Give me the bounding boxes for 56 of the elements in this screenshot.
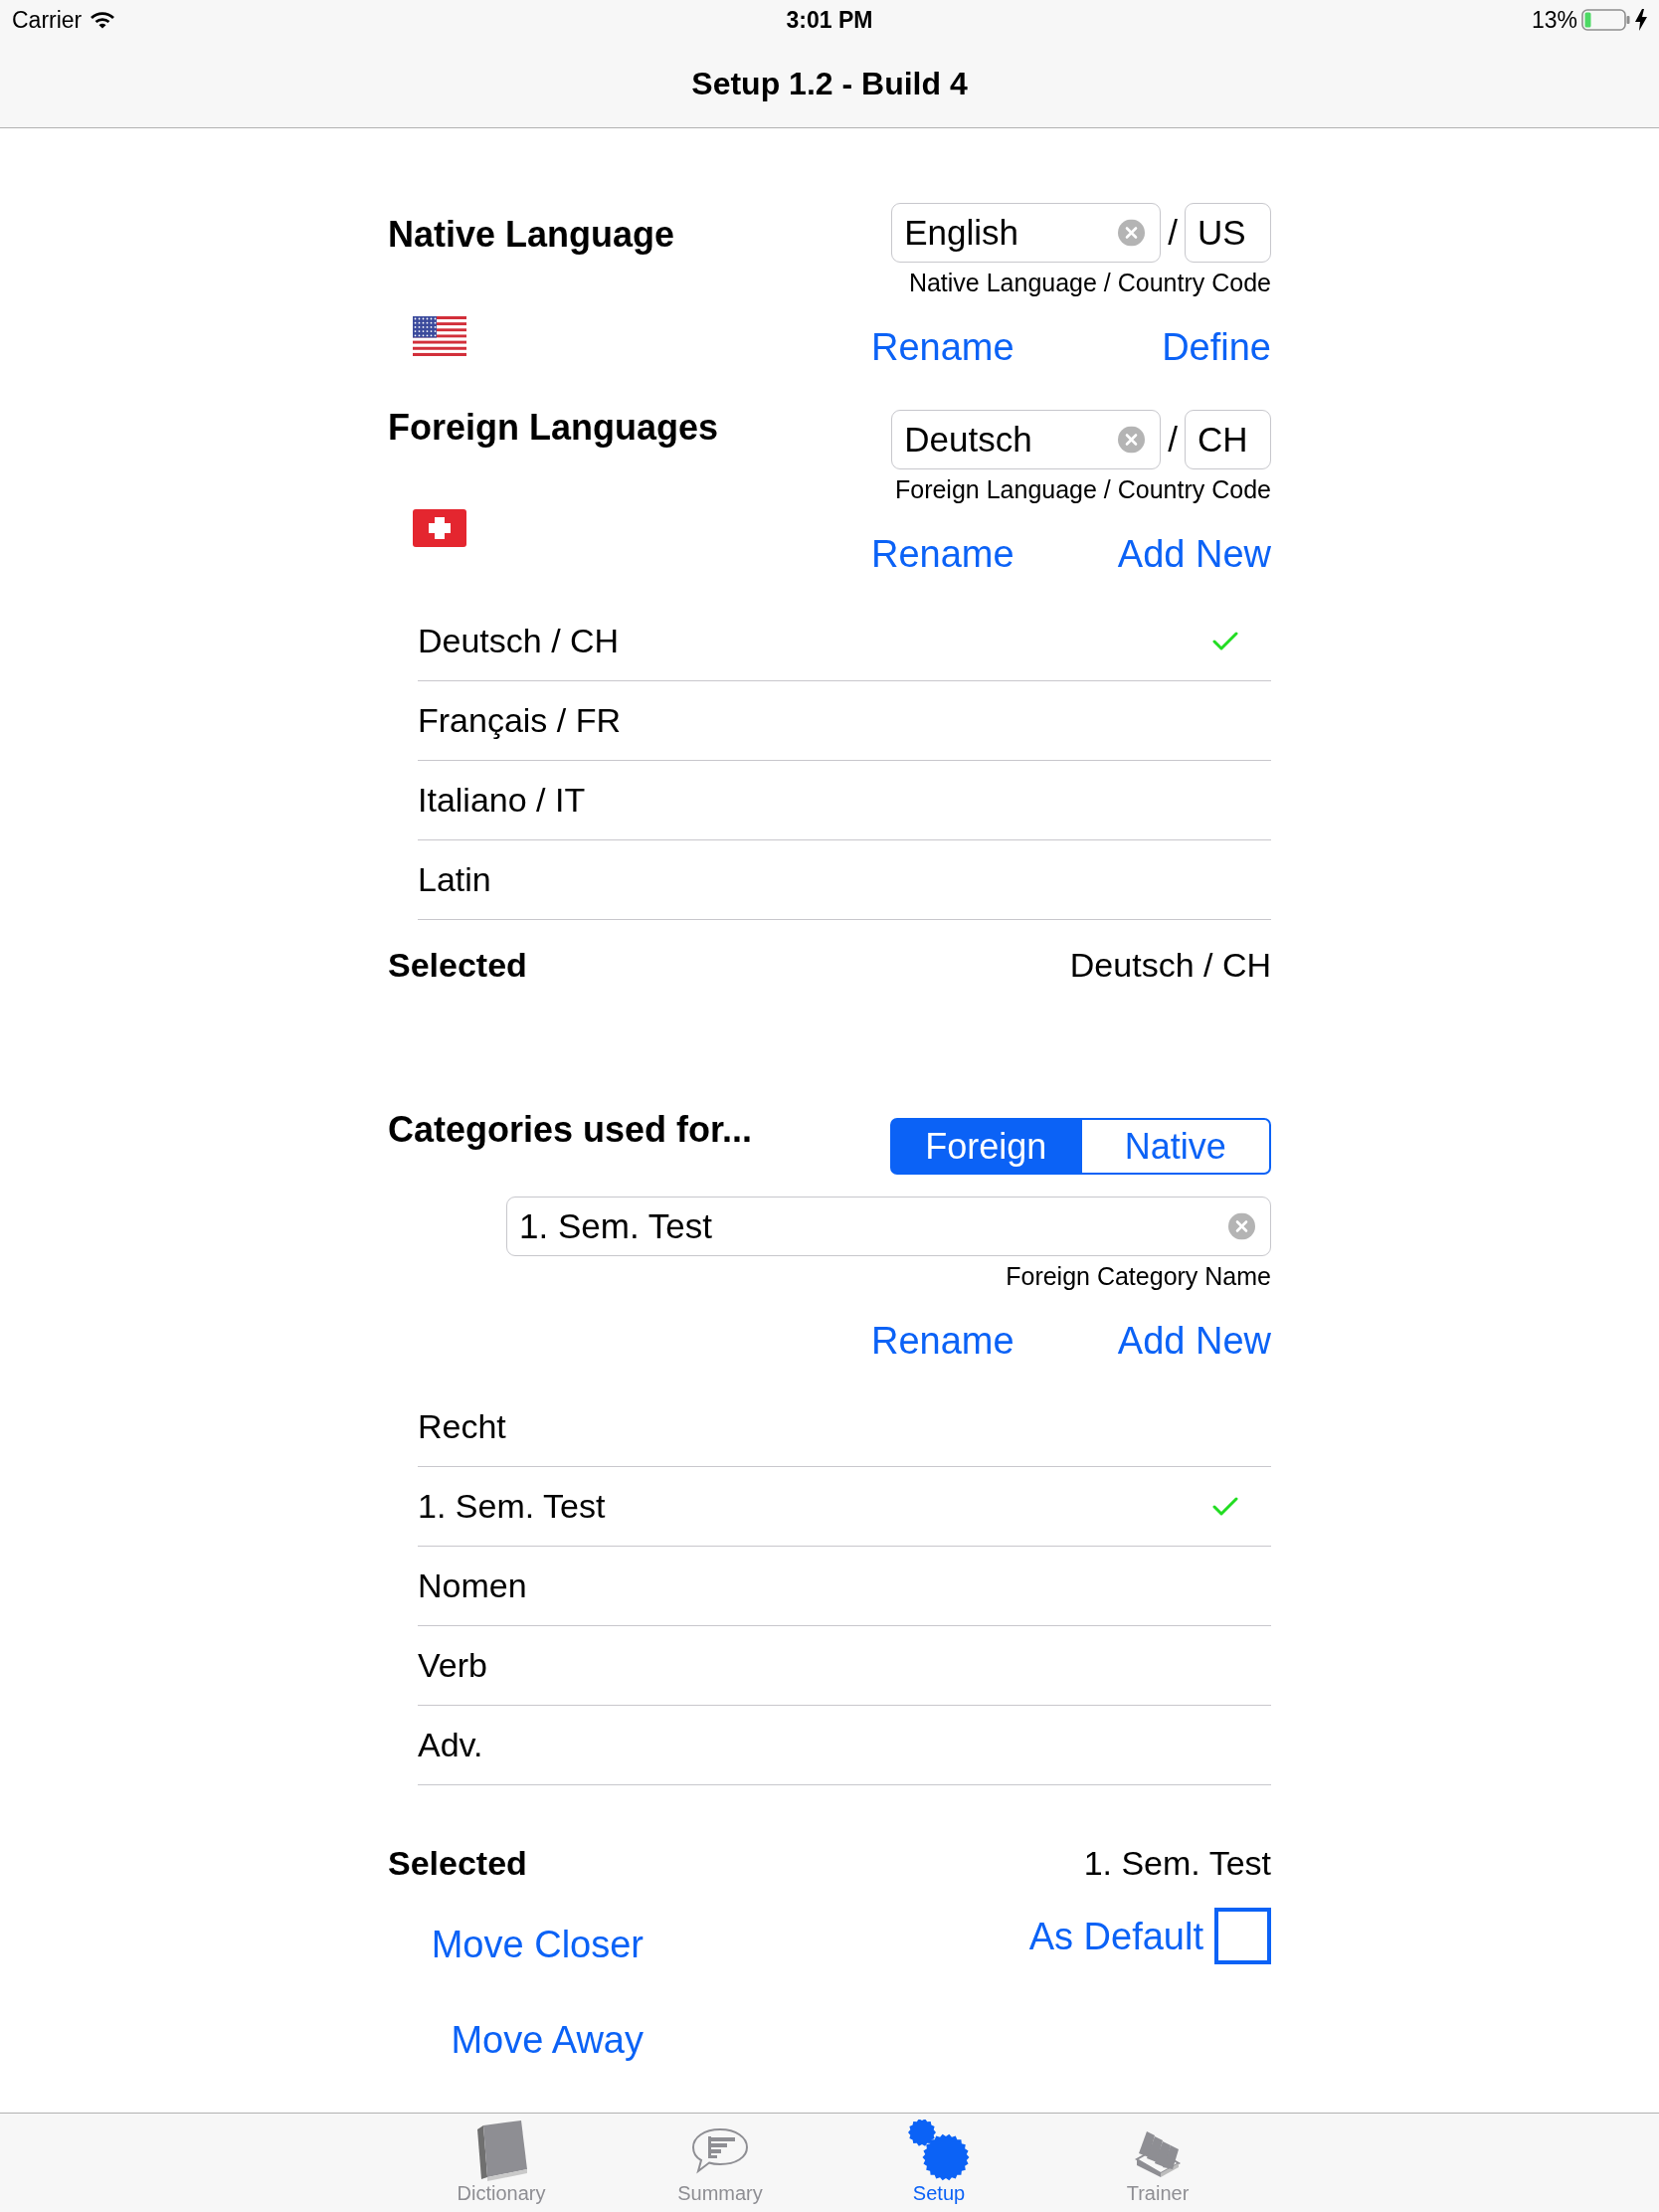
tab-item[interactable]: Setup [830, 2114, 1048, 2212]
wifi-icon [90, 11, 116, 29]
slash-label: / [1168, 418, 1178, 461]
move-closer-button[interactable]: Move Closer [431, 1922, 644, 1967]
default-checkbox[interactable] [1214, 1908, 1271, 1964]
gears-icon [908, 2120, 970, 2181]
charging-bolt-icon [1635, 9, 1647, 31]
slash-label: / [1168, 211, 1178, 254]
list-row[interactable]: Français / FR [418, 681, 1271, 761]
us-flag-icon [413, 316, 466, 356]
carrier-label: Carrier [12, 5, 83, 35]
rename-button[interactable]: Rename [871, 1318, 1014, 1364]
tab-item[interactable]: Dictionary [392, 2114, 611, 2212]
rename-button[interactable]: Rename [871, 531, 1014, 577]
list-row[interactable]: 1. Sem. Test [418, 1467, 1271, 1547]
field-caption: Foreign Category Name [1006, 1261, 1271, 1291]
speech-bubble-chart-icon [690, 2126, 750, 2174]
list-row[interactable]: Adv. [418, 1706, 1271, 1785]
define-button[interactable]: Define [1162, 324, 1271, 370]
country-code-field[interactable]: US [1185, 203, 1271, 263]
nav-title: Setup 1.2 - Build 4 [691, 65, 968, 103]
section-heading: Native Language [388, 213, 675, 257]
list-row[interactable]: Latin [418, 840, 1271, 920]
category-name-field[interactable]: 1. Sem. Test [506, 1197, 1271, 1256]
field-caption: Foreign Language / Country Code [894, 474, 1271, 504]
tab-item[interactable]: Trainer [1048, 2114, 1267, 2212]
section-heading: Foreign Languages [388, 406, 719, 450]
country-code-field[interactable]: CH [1185, 410, 1271, 469]
list-row[interactable]: Recht [418, 1387, 1271, 1467]
language-field[interactable]: English [891, 203, 1162, 263]
battery-icon [1581, 9, 1631, 31]
battery-percent: 13% [1531, 5, 1577, 35]
tab-item[interactable]: Summary [611, 2114, 830, 2212]
list-row[interactable]: Deutsch / CH [418, 602, 1271, 681]
field-caption: Native Language / Country Code [908, 268, 1271, 297]
list-row[interactable]: Nomen [418, 1547, 1271, 1626]
list-row[interactable]: Italiano / IT [418, 761, 1271, 840]
section-heading: Categories used for... [388, 1108, 753, 1152]
swiss-flag-icon [413, 509, 466, 547]
segment-tab[interactable]: Native [1081, 1118, 1271, 1175]
move-away-button[interactable]: Move Away [451, 2017, 644, 2063]
selected-value: 1. Sem. Test [1083, 1842, 1271, 1884]
add-new-button[interactable]: Add New [1117, 1318, 1271, 1364]
selected-label: Selected [388, 1842, 527, 1884]
add-new-button[interactable]: Add New [1117, 531, 1271, 577]
list-row[interactable]: Verb [418, 1626, 1271, 1706]
segment-tab[interactable]: Foreign [890, 1118, 1082, 1175]
time-label: 3:01 PM [786, 5, 873, 35]
clear-icon [1118, 219, 1146, 247]
as-default-button[interactable]: As Default [1028, 1913, 1203, 1959]
clear-icon [1118, 426, 1146, 454]
clear-icon [1228, 1212, 1255, 1240]
language-field[interactable]: Deutsch [891, 410, 1162, 469]
selected-value: Deutsch / CH [1069, 944, 1271, 986]
selected-label: Selected [388, 944, 527, 986]
rename-button[interactable]: Rename [871, 324, 1014, 370]
